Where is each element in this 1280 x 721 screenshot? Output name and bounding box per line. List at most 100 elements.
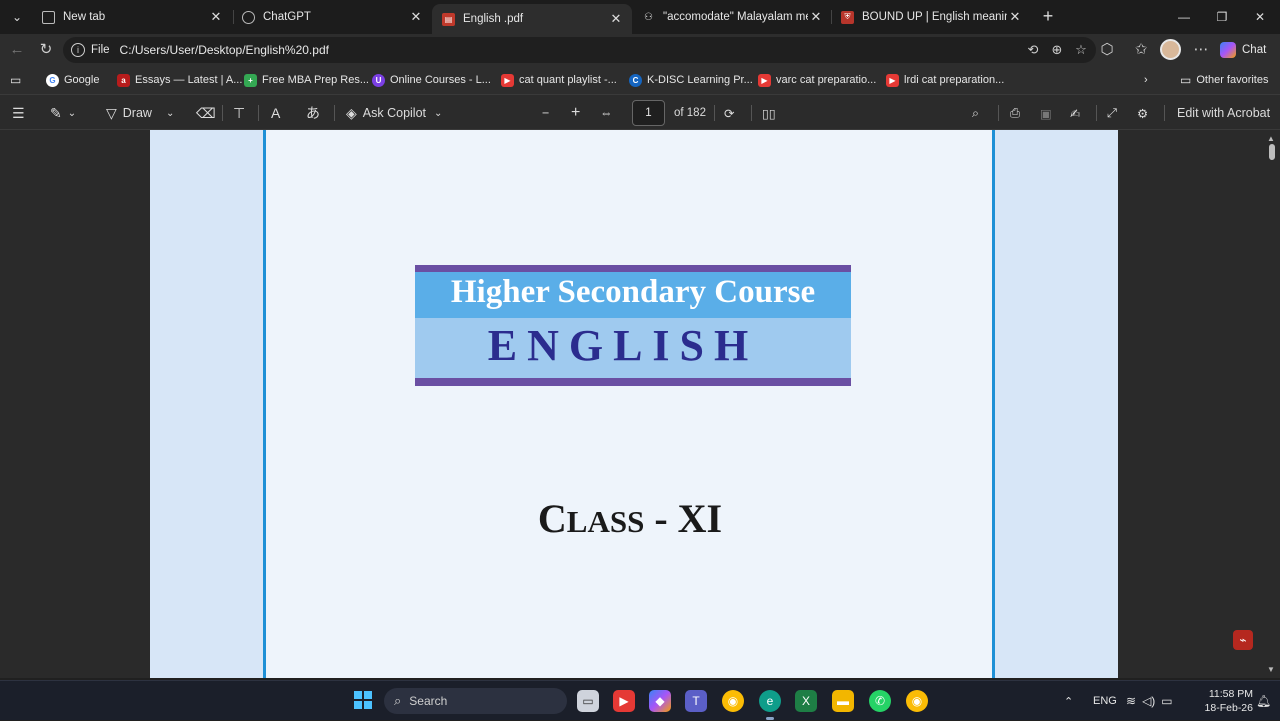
edge-icon[interactable]: e — [759, 690, 781, 712]
chrome-icon[interactable]: ◉ — [722, 690, 744, 712]
toolbar-separator — [222, 105, 223, 121]
favorites-collections-button[interactable]: ▭ — [10, 71, 21, 89]
rotate-button[interactable]: ⟳ — [724, 103, 734, 123]
favorite-google[interactable]: G Google — [46, 71, 99, 89]
search-pdf-button[interactable]: ⌕ — [972, 103, 979, 123]
clock[interactable]: 11:58 PM 18-Feb-26 — [1193, 687, 1253, 715]
save-as-button[interactable]: ✍ — [1070, 103, 1080, 123]
url-text[interactable]: C:/Users/User/Desktop/English%20.pdf — [120, 43, 329, 57]
highlight-button[interactable]: ✎ ⌄ — [50, 103, 76, 123]
erase-button[interactable]: ⌫ — [196, 103, 222, 123]
favorite-label: Google — [64, 74, 100, 86]
edit-with-acrobat-button[interactable]: Edit with Acrobat — [1177, 103, 1270, 123]
read-aloud-button[interactable]: A — [271, 103, 286, 123]
minimize-button[interactable]: — — [1169, 6, 1199, 28]
favorite-essays[interactable]: a Essays — Latest | A... — [117, 71, 242, 89]
chrome-profile-icon[interactable]: ◉ — [906, 690, 928, 712]
tab-actions-menu-button[interactable]: ⌄ — [6, 6, 28, 28]
page-view-button[interactable]: ▯▯ — [762, 103, 776, 123]
adobe-acrobat-icon[interactable]: ⌁ — [1233, 630, 1253, 650]
tab-new-tab[interactable]: New tab ✕ — [32, 4, 232, 30]
favorite-online-courses[interactable]: U Online Courses - L... — [372, 71, 491, 89]
file-explorer-icon[interactable]: ▬ — [832, 690, 854, 712]
clock-date: 18-Feb-26 — [1204, 702, 1253, 714]
zoom-out-button[interactable]: − — [542, 103, 549, 123]
whatsapp-icon[interactable]: ✆ — [869, 690, 891, 712]
favorite-varc-cat[interactable]: ▶ varc cat preparatio... — [758, 71, 876, 89]
pdf-settings-button[interactable]: ⚙ — [1137, 103, 1148, 123]
save-button[interactable]: ▣ — [1040, 103, 1052, 123]
taskbar-search[interactable]: ⌕ Search — [384, 688, 567, 714]
chevron-right-icon: › — [1144, 74, 1148, 86]
excel-icon[interactable]: X — [795, 690, 817, 712]
translate-button[interactable]: あ — [306, 103, 326, 123]
search-icon: ⌕ — [972, 105, 980, 120]
system-tray-quick-settings[interactable]: ≋ ◁) ▭ — [1126, 681, 1173, 721]
maximize-button[interactable]: ❐ — [1207, 6, 1237, 28]
page-view-icon: ▯▯ — [762, 106, 776, 121]
tab-accomodate-meaning[interactable]: ⚇ "accomodate" Malayalam meaning ✕ — [632, 4, 832, 30]
address-bar[interactable]: i File C:/Users/User/Desktop/English%20.… — [63, 37, 1096, 63]
navigation-bar: ← ↻ i File C:/Users/User/Desktop/English… — [0, 34, 1280, 66]
read-aloud-icon: A — [271, 105, 281, 121]
extensions-button[interactable]: ⬡ — [1096, 39, 1118, 61]
language-indicator[interactable]: ENG — [1093, 681, 1117, 721]
translate-icon[interactable]: ⟲ — [1024, 41, 1042, 59]
fit-to-width-button[interactable]: ⇔ — [600, 103, 613, 123]
copilot-app-icon[interactable]: ◆ — [649, 690, 671, 712]
youtube-app-icon[interactable]: ▶ — [613, 690, 635, 712]
close-icon[interactable]: ✕ — [408, 9, 424, 25]
print-button[interactable]: ⎙ — [1010, 103, 1020, 123]
chatgpt-icon — [242, 10, 255, 24]
cambridge-icon: ⛨ — [841, 10, 854, 24]
tab-bound-up-meaning[interactable]: ⛨ BOUND UP | English meaning - Ca ✕ — [831, 4, 1031, 30]
text-box-icon: ⊤ — [233, 104, 246, 121]
teams-icon[interactable]: T — [685, 690, 707, 712]
favorites-bar: ▭ G Google a Essays — Latest | A... + Fr… — [0, 66, 1280, 94]
start-button[interactable] — [352, 690, 374, 712]
close-window-button[interactable]: ✕ — [1245, 6, 1275, 28]
class-label-initial: C — [537, 496, 567, 541]
favorite-label: Free MBA Prep Res... — [262, 74, 369, 86]
new-tab-button[interactable]: + — [1038, 7, 1058, 27]
favorite-cat-quant[interactable]: ▶ cat quant playlist -... — [501, 71, 617, 89]
zoom-in-button[interactable]: + — [571, 103, 580, 123]
google-icon: G — [46, 73, 59, 87]
other-favorites-folder[interactable]: ▭ Other favorites — [1180, 71, 1268, 89]
contents-button[interactable]: ☰ — [12, 103, 31, 123]
notifications-button[interactable]: 🔔︎ — [1256, 681, 1271, 721]
scroll-down-icon[interactable]: ▼ — [1267, 665, 1275, 674]
show-hidden-icons-button[interactable]: ⌃ — [1064, 681, 1073, 721]
favorite-k-disc[interactable]: C K-DISC Learning Pr... — [629, 71, 753, 89]
page-number-input[interactable]: 1 — [632, 100, 665, 126]
scrollbar-thumb[interactable] — [1269, 144, 1275, 160]
favorite-free-mba[interactable]: + Free MBA Prep Res... — [244, 71, 369, 89]
settings-more-button[interactable]: ⋯ — [1190, 39, 1212, 61]
glasses-icon: ⚇ — [644, 11, 653, 23]
profile-avatar[interactable] — [1160, 39, 1181, 60]
close-icon[interactable]: ✕ — [1007, 9, 1023, 25]
scroll-up-icon[interactable]: ▲ — [1267, 134, 1275, 143]
refresh-button[interactable]: ↻ — [35, 39, 57, 61]
info-icon[interactable]: i — [71, 43, 85, 57]
tab-chatgpt[interactable]: ChatGPT ✕ — [232, 4, 432, 30]
close-icon[interactable]: ✕ — [608, 11, 624, 27]
close-icon[interactable]: ✕ — [808, 9, 824, 25]
task-view-icon[interactable]: ▭ — [577, 690, 599, 712]
pdf-viewer[interactable]: Higher Secondary Course ENGLISH CLASS - … — [0, 130, 1280, 678]
back-button[interactable]: ← — [6, 39, 28, 61]
favorite-label: Essays — Latest | A... — [135, 74, 243, 86]
close-icon[interactable]: ✕ — [208, 9, 224, 25]
add-text-button[interactable]: ⊤ — [233, 103, 251, 123]
draw-button[interactable]: ▽ Draw ⌄ — [106, 103, 174, 123]
favorites-overflow-button[interactable]: › — [1144, 71, 1148, 89]
vertical-scrollbar[interactable]: ▲ ▼ — [1266, 130, 1276, 678]
copilot-chat-button[interactable]: Chat — [1220, 39, 1266, 61]
tab-english-pdf[interactable]: ▤ English .pdf ✕ — [432, 4, 632, 34]
favorite-lrdi-cat[interactable]: ▶ lrdi cat preparation... — [886, 71, 1004, 89]
zoom-icon[interactable]: ⊕ — [1048, 41, 1066, 59]
ask-copilot-button[interactable]: ◈ Ask Copilot ⌄ — [346, 103, 442, 123]
fullscreen-button[interactable]: ⤢ — [1107, 103, 1117, 123]
favorites-button[interactable]: ✩ — [1130, 39, 1152, 61]
star-icon[interactable]: ☆ — [1072, 41, 1090, 59]
